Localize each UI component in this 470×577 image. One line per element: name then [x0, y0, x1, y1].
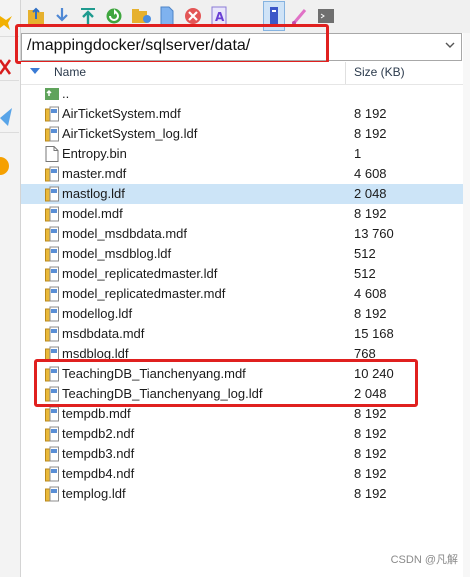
db-file-icon: [45, 266, 59, 282]
db-file-icon: [45, 106, 59, 122]
edit-icon[interactable]: [265, 6, 283, 27]
left-panel-strip: [0, 0, 21, 577]
blank-file-icon: [45, 146, 59, 162]
file-size: 8 192: [354, 426, 387, 441]
file-row[interactable]: master.mdf 4 608: [21, 164, 463, 184]
db-file-icon: [45, 406, 59, 422]
file-row[interactable]: AirTicketSystem_log.ldf 8 192: [21, 124, 463, 144]
file-row[interactable]: tempdb.mdf 8 192: [21, 404, 463, 424]
file-row[interactable]: tempdb3.ndf 8 192: [21, 444, 463, 464]
delete-icon[interactable]: [184, 6, 202, 26]
file-size: 8 192: [354, 406, 387, 421]
file-size: 8 192: [354, 206, 387, 221]
file-list: .. AirTicketSystem.mdf 8 192 AirTicketSyst…: [21, 84, 463, 570]
file-size: 8 192: [354, 306, 387, 321]
db-file-icon: [45, 446, 59, 462]
open-folder-icon[interactable]: [131, 6, 151, 26]
path-highlight-box: [15, 24, 329, 64]
file-name: Entropy.bin: [62, 146, 127, 161]
file-name: tempdb2.ndf: [62, 426, 135, 441]
upload-top-icon[interactable]: [79, 6, 97, 26]
chevron-down-icon[interactable]: [445, 41, 455, 49]
refresh-icon[interactable]: [105, 6, 123, 26]
file-size: 8 192: [354, 126, 387, 141]
file-name: templog.ldf: [62, 486, 126, 501]
svg-text:A: A: [215, 10, 225, 24]
file-name: AirTicketSystem_log.ldf: [62, 126, 198, 141]
new-file-icon[interactable]: [159, 6, 177, 26]
file-name: AirTicketSystem.mdf: [62, 106, 181, 121]
file-row[interactable]: mastlog.ldf 2 048: [21, 184, 463, 204]
file-size: 4 608: [354, 286, 387, 301]
star-icon: [0, 16, 12, 30]
watermark-text: CSDN @凡解: [390, 554, 458, 566]
db-file-icon: [45, 226, 59, 242]
file-row[interactable]: model.mdf 8 192: [21, 204, 463, 224]
pen-icon[interactable]: [291, 6, 309, 26]
orb-icon: [0, 157, 9, 175]
file-size: 8 192: [354, 466, 387, 481]
sort-descending-icon[interactable]: [30, 68, 40, 74]
file-row[interactable]: msdbdata.mdf 15 168: [21, 324, 463, 344]
file-name: tempdb3.ndf: [62, 446, 135, 461]
file-size: 1: [354, 146, 362, 161]
rename-icon[interactable]: A: [211, 6, 229, 26]
file-size: 512: [354, 266, 376, 281]
db-file-icon: [45, 166, 59, 182]
file-row[interactable]: tempdb4.ndf 8 192: [21, 464, 463, 484]
file-name: msdbdata.mdf: [62, 326, 145, 341]
parent-folder-label: ..: [62, 86, 70, 101]
file-size: 512: [354, 246, 376, 261]
file-name: modellog.ldf: [62, 306, 133, 321]
file-row[interactable]: templog.ldf 8 192: [21, 484, 463, 504]
db-file-icon: [45, 466, 59, 482]
parent-folder-icon: [45, 88, 59, 100]
file-row[interactable]: tempdb2.ndf 8 192: [21, 424, 463, 444]
file-row[interactable]: Entropy.bin 1: [21, 144, 463, 164]
db-file-icon: [45, 246, 59, 262]
file-size: 2 048: [354, 186, 387, 201]
column-name-header[interactable]: Name: [54, 65, 86, 79]
parent-folder-row[interactable]: ..: [21, 84, 463, 104]
file-row[interactable]: AirTicketSystem.mdf 8 192: [21, 104, 463, 124]
file-name: model_msdbdata.mdf: [62, 226, 188, 241]
file-row[interactable]: model_msdblog.ldf 512: [21, 244, 463, 264]
file-name: model_replicatedmaster.mdf: [62, 286, 226, 301]
folder-up-icon[interactable]: [27, 6, 45, 26]
file-size: 8 192: [354, 446, 387, 461]
db-file-icon: [45, 486, 59, 502]
file-size: 8 192: [354, 106, 387, 121]
file-name: model_replicatedmaster.ldf: [62, 266, 218, 281]
file-size: 8 192: [354, 486, 387, 501]
db-file-icon: [45, 426, 59, 442]
scrollbar[interactable]: [463, 33, 470, 577]
column-header: Name Size (KB): [21, 62, 463, 85]
file-name: tempdb4.ndf: [62, 466, 135, 481]
download-icon[interactable]: [53, 6, 71, 26]
file-name: master.mdf: [62, 166, 127, 181]
file-row[interactable]: model_replicatedmaster.mdf 4 608: [21, 284, 463, 304]
file-name: model_msdblog.ldf: [62, 246, 172, 261]
column-separator[interactable]: [345, 62, 346, 84]
terminal-icon[interactable]: [317, 6, 335, 26]
close-icon: [0, 59, 12, 75]
file-size: 13 760: [354, 226, 394, 241]
db-file-icon: [45, 206, 59, 222]
file-row[interactable]: model_replicatedmaster.ldf 512: [21, 264, 463, 284]
column-size-header[interactable]: Size (KB): [354, 65, 405, 79]
file-row[interactable]: modellog.ldf 8 192: [21, 304, 463, 324]
db-file-icon: [45, 306, 59, 322]
file-name: mastlog.ldf: [62, 186, 125, 201]
file-size: 4 608: [354, 166, 387, 181]
send-icon: [0, 108, 12, 126]
db-file-icon: [45, 326, 59, 342]
db-file-icon: [45, 126, 59, 142]
file-name: model.mdf: [62, 206, 123, 221]
file-name: tempdb.mdf: [62, 406, 131, 421]
db-file-icon: [45, 286, 59, 302]
files-highlight-box: [34, 359, 418, 407]
file-size: 15 168: [354, 326, 394, 341]
file-row[interactable]: model_msdbdata.mdf 13 760: [21, 224, 463, 244]
db-file-icon: [45, 186, 59, 202]
